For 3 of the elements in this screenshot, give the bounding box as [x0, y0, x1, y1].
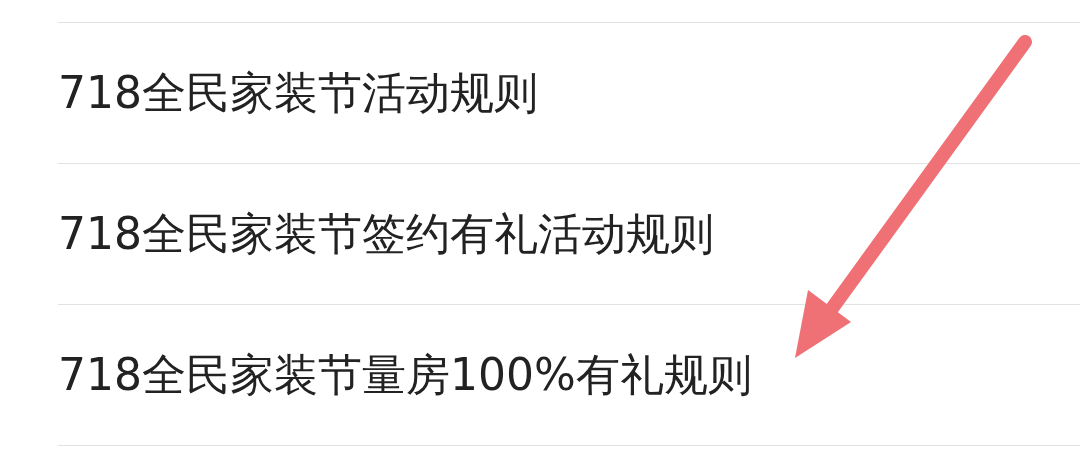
rule-link[interactable]: 718全民家装节量房100%有礼规则 — [58, 345, 752, 405]
rule-link[interactable]: 718全民家装节活动规则 — [58, 63, 538, 123]
rule-link[interactable]: 718全民家装节签约有礼活动规则 — [58, 204, 714, 264]
